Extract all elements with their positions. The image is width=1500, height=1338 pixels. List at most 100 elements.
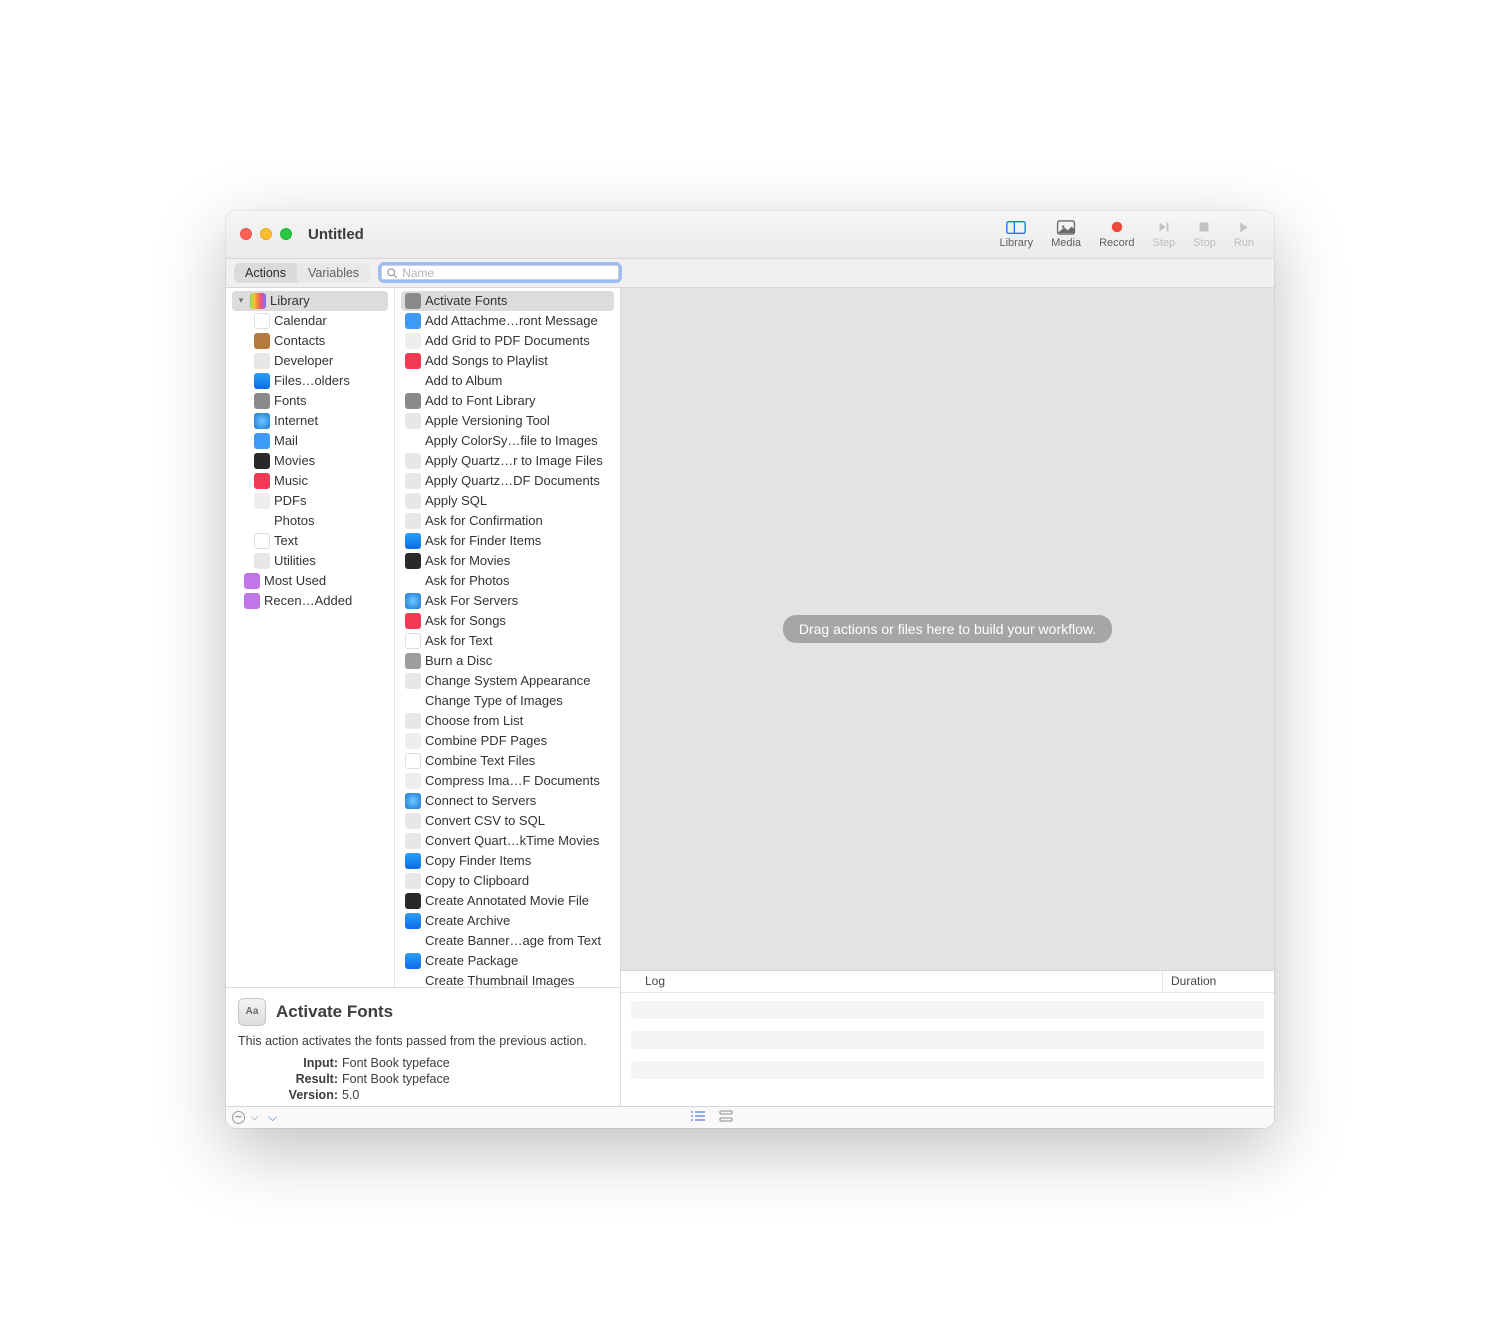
library-category[interactable]: Music [232,471,388,491]
flow-view-icon[interactable] [719,1110,733,1125]
action-item[interactable]: Add Attachme…ront Message [401,311,614,331]
library-category[interactable]: Movies [232,451,388,471]
action-item[interactable]: Convert Quart…kTime Movies [401,831,614,851]
category-label: PDFs [274,493,307,508]
stop-icon [1194,219,1214,235]
action-item[interactable]: Add Songs to Playlist [401,351,614,371]
action-item[interactable]: Apply ColorSy…file to Images [401,431,614,451]
log-header-duration[interactable]: Duration [1162,971,1274,992]
action-item[interactable]: Ask For Servers [401,591,614,611]
category-label: Text [274,533,298,548]
action-item[interactable]: Apple Versioning Tool [401,411,614,431]
version-value: 5.0 [342,1088,608,1102]
action-item[interactable]: Ask for Photos [401,571,614,591]
action-item[interactable]: Ask for Songs [401,611,614,631]
step-icon [1154,219,1174,235]
action-icon [405,473,421,489]
action-item[interactable]: Copy to Clipboard [401,871,614,891]
action-label: Apply ColorSy…file to Images [425,433,598,448]
action-item[interactable]: Activate Fonts [401,291,614,311]
action-item[interactable]: Create Archive [401,911,614,931]
action-item[interactable]: Burn a Disc [401,651,614,671]
result-key: Result: [238,1072,338,1086]
action-item[interactable]: Change Type of Images [401,691,614,711]
action-label: Apply Quartz…r to Image Files [425,453,603,468]
action-item[interactable]: Ask for Finder Items [401,531,614,551]
action-icon [405,853,421,869]
category-label: Developer [274,353,333,368]
library-category[interactable]: Internet [232,411,388,431]
copyright-icon[interactable]: ~ [232,1111,245,1124]
library-category[interactable]: Calendar [232,311,388,331]
fontbook-icon: Aa [238,998,266,1026]
action-item[interactable]: Connect to Servers [401,791,614,811]
library-smart-folder[interactable]: Most Used [232,571,388,591]
action-item[interactable]: Convert CSV to SQL [401,811,614,831]
action-item[interactable]: Add to Album [401,371,614,391]
action-item[interactable]: Create Thumbnail Images [401,971,614,987]
action-item[interactable]: Ask for Text [401,631,614,651]
library-category[interactable]: Developer [232,351,388,371]
media-button[interactable]: Media [1051,219,1081,249]
chevron-down-icon[interactable]: ⌵ [251,1112,258,1123]
workflow-canvas[interactable]: Drag actions or files here to build your… [621,288,1274,970]
library-category[interactable]: Contacts [232,331,388,351]
library-category[interactable]: Photos [232,511,388,531]
action-label: Apply Quartz…DF Documents [425,473,600,488]
run-button[interactable]: Run [1234,219,1254,249]
search-input[interactable] [402,266,614,280]
action-item[interactable]: Combine Text Files [401,751,614,771]
library-button[interactable]: Library [999,219,1033,249]
action-label: Change Type of Images [425,693,563,708]
action-item[interactable]: Add Grid to PDF Documents [401,331,614,351]
action-item[interactable]: Ask for Movies [401,551,614,571]
action-item[interactable]: Change System Appearance [401,671,614,691]
library-category[interactable]: PDFs [232,491,388,511]
minimize-button[interactable] [260,228,272,240]
action-item[interactable]: Create Banner…age from Text [401,931,614,951]
action-icon [405,533,421,549]
close-button[interactable] [240,228,252,240]
action-item[interactable]: Create Package [401,951,614,971]
variables-tab[interactable]: Variables [297,263,370,283]
action-icon [405,913,421,929]
actions-tab[interactable]: Actions [234,263,297,283]
inbox-icon[interactable]: ⌵ [268,1110,277,1125]
library-category[interactable]: Fonts [232,391,388,411]
input-key: Input: [238,1056,338,1070]
library-category[interactable]: Mail [232,431,388,451]
action-item[interactable]: Create Annotated Movie File [401,891,614,911]
action-label: Create Archive [425,913,510,928]
action-item[interactable]: Apply Quartz…DF Documents [401,471,614,491]
action-item[interactable]: Ask for Confirmation [401,511,614,531]
category-label: Internet [274,413,318,428]
result-value: Font Book typeface [342,1072,608,1086]
log-header-log[interactable]: Log [621,971,1162,992]
library-smart-folder[interactable]: Recen…Added [232,591,388,611]
action-icon [405,453,421,469]
disclosure-icon[interactable]: ▾ [236,296,246,306]
action-item[interactable]: Compress Ima…F Documents [401,771,614,791]
action-item[interactable]: Combine PDF Pages [401,731,614,751]
list-view-icon[interactable] [691,1110,705,1125]
action-item[interactable]: Apply SQL [401,491,614,511]
action-item[interactable]: Add to Font Library [401,391,614,411]
stop-button[interactable]: Stop [1193,219,1216,249]
library-category[interactable]: Text [232,531,388,551]
library-category[interactable]: Utilities [232,551,388,571]
action-icon [405,893,421,909]
action-label: Add to Album [425,373,502,388]
search-field[interactable] [378,262,622,283]
zoom-button[interactable] [280,228,292,240]
library-category[interactable]: Files…olders [232,371,388,391]
step-button[interactable]: Step [1153,219,1176,249]
category-icon [254,453,270,469]
library-root[interactable]: ▾ Library [232,291,388,311]
action-item[interactable]: Choose from List [401,711,614,731]
category-label: Files…olders [274,373,350,388]
record-button[interactable]: Record [1099,219,1134,249]
action-icon [405,653,421,669]
action-item[interactable]: Copy Finder Items [401,851,614,871]
action-icon [405,813,421,829]
action-item[interactable]: Apply Quartz…r to Image Files [401,451,614,471]
